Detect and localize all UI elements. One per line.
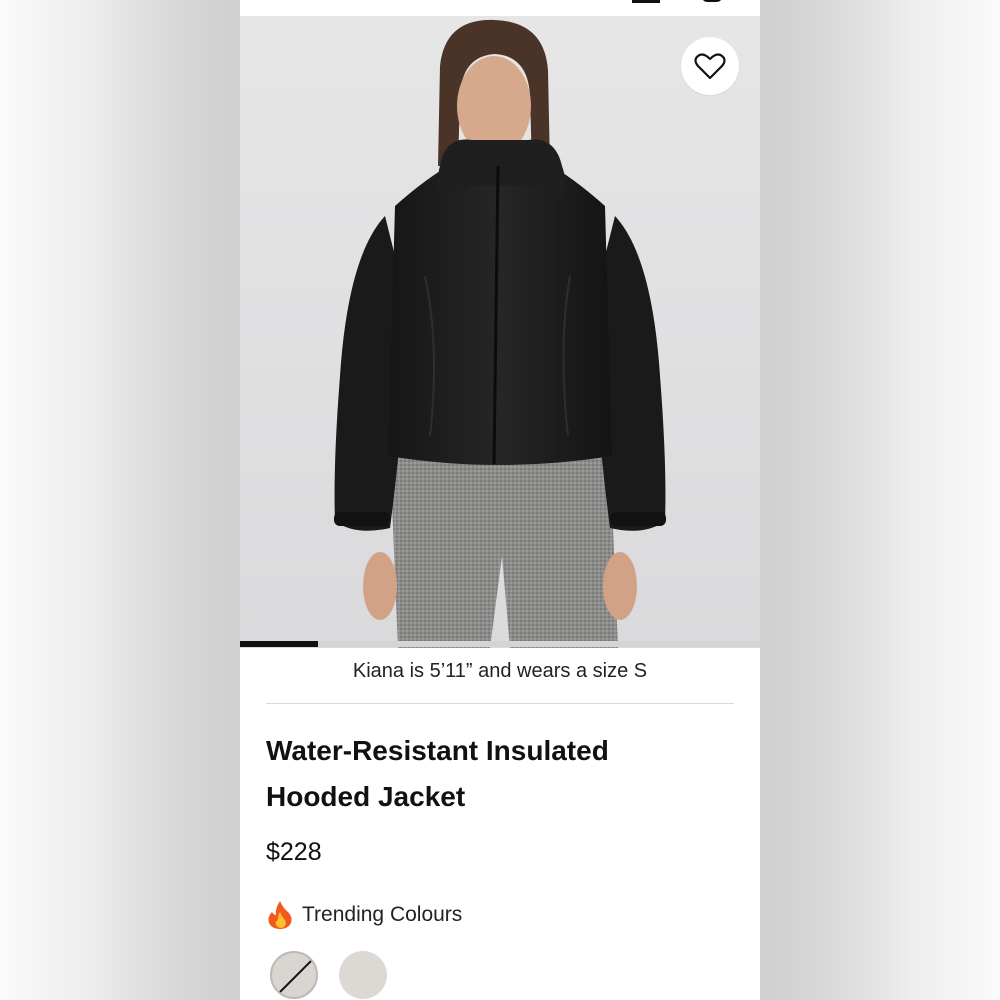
flame-icon xyxy=(268,901,292,929)
background-blur-left xyxy=(0,0,240,1000)
header-strip xyxy=(240,0,760,16)
menu-icon[interactable] xyxy=(632,0,660,3)
colour-swatches xyxy=(270,951,387,999)
bag-icon[interactable] xyxy=(702,0,722,2)
product-price: $228 xyxy=(266,838,322,866)
product-page: Kiana is 5’11” and wears a size S Water-… xyxy=(240,0,760,1000)
model-size-note: Kiana is 5’11” and wears a size S xyxy=(352,660,648,682)
product-photo xyxy=(240,16,760,648)
product-title: Water-Resistant Insulated Hooded Jacket xyxy=(266,735,609,812)
heart-icon xyxy=(694,53,726,80)
product-image[interactable] xyxy=(240,16,760,648)
unavailable-slash xyxy=(272,955,316,997)
gallery-progress-indicator xyxy=(240,641,318,647)
trending-colours: Trending Colours xyxy=(266,900,462,930)
favorite-button[interactable] xyxy=(681,37,739,95)
divider xyxy=(266,703,734,704)
colour-swatch[interactable] xyxy=(339,951,387,999)
background-blur-right xyxy=(760,0,1000,1000)
gallery-progress-track xyxy=(240,641,760,647)
trending-label: Trending Colours xyxy=(302,903,463,926)
colour-swatch-unavailable[interactable] xyxy=(270,951,318,999)
